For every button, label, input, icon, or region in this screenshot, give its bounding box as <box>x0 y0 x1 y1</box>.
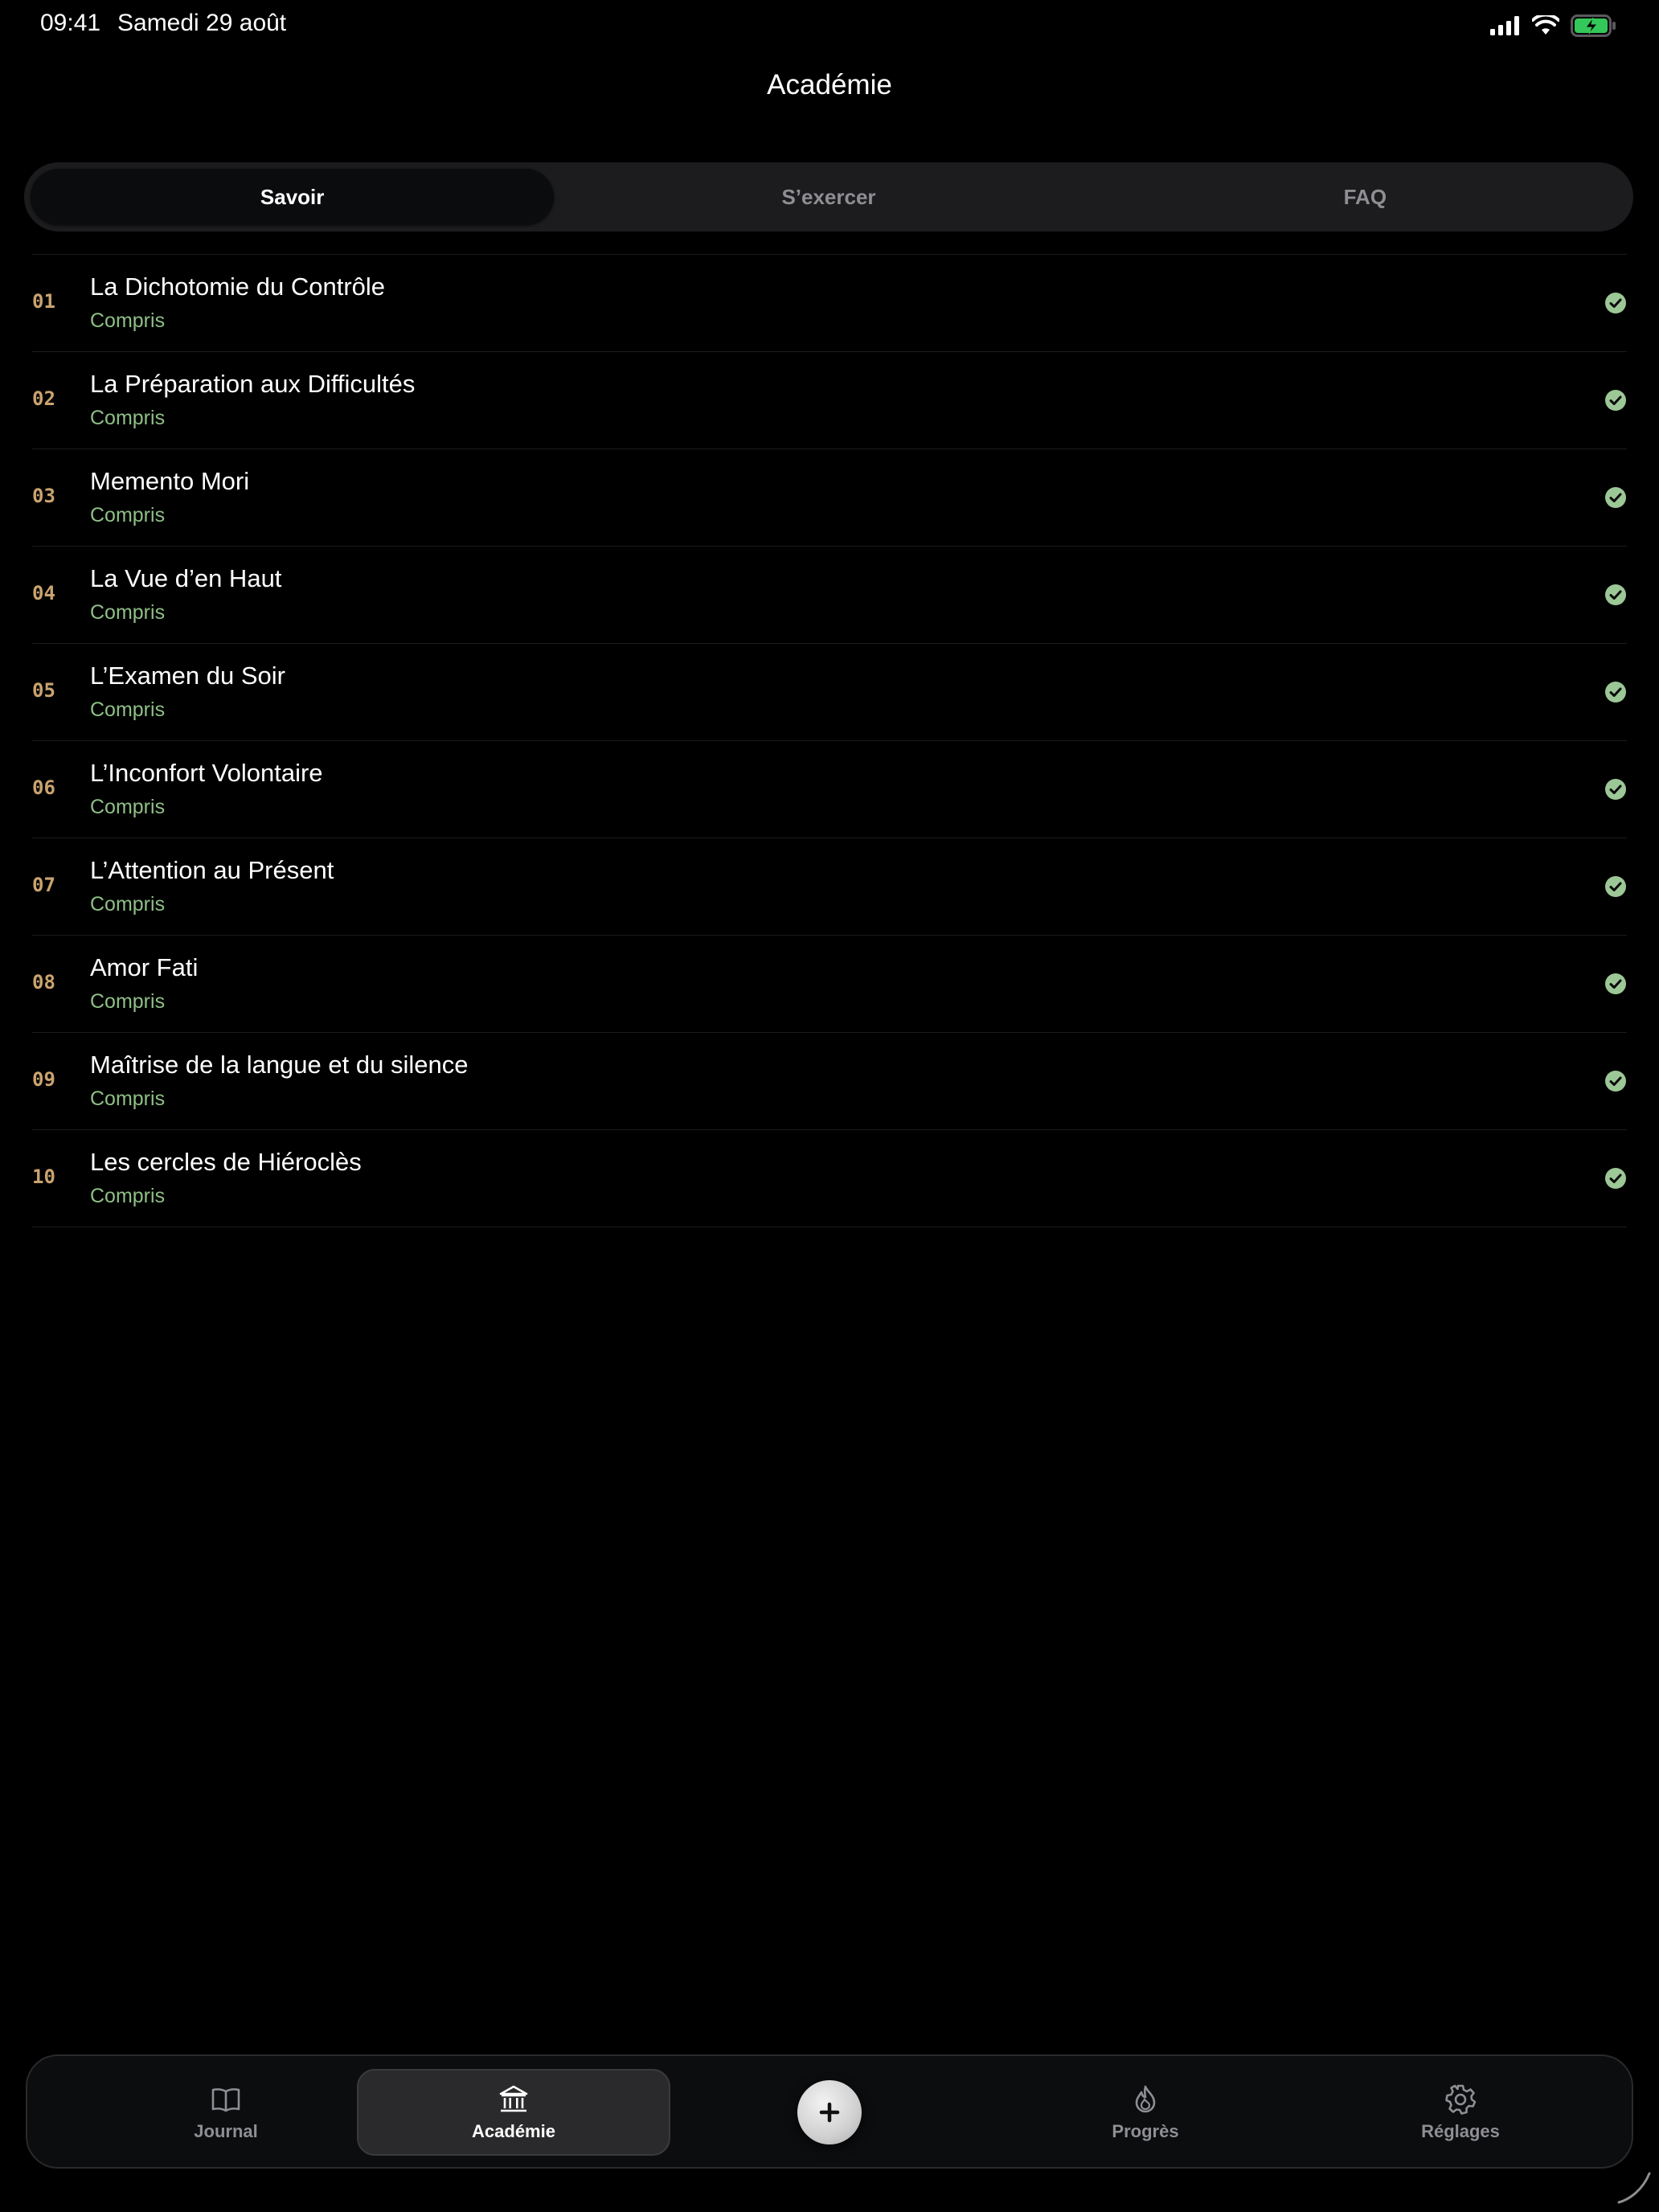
checkmark-circle-icon <box>1605 876 1626 897</box>
lesson-status: Compris <box>90 1185 166 1207</box>
lesson-number: 01 <box>32 290 55 313</box>
tab-journal[interactable]: Journal <box>69 2069 383 2156</box>
checkmark-circle-icon <box>1605 584 1626 605</box>
lesson-title: Memento Mori <box>90 467 250 495</box>
flame-icon <box>1135 2085 1156 2113</box>
lesson-row[interactable]: 09 Maîtrise de la langue et du silence C… <box>32 1033 1627 1130</box>
status-icons <box>1490 14 1617 37</box>
tab-reglages-label: Réglages <box>1421 2121 1500 2141</box>
page-title: Académie <box>767 69 892 100</box>
lesson-title: Maîtrise de la langue et du silence <box>90 1051 469 1079</box>
book-icon <box>211 2088 240 2112</box>
segmented-control: Savoir S’exercer FAQ <box>24 162 1633 231</box>
lesson-row[interactable]: 03 Memento Mori Compris <box>32 449 1627 547</box>
lesson-number: 02 <box>32 387 55 410</box>
wifi-icon <box>1532 15 1559 35</box>
lesson-title: L’Attention au Présent <box>90 856 334 884</box>
lesson-title: Amor Fati <box>90 953 199 981</box>
checkmark-circle-icon <box>1605 293 1626 313</box>
lesson-title: Les cercles de Hiéroclès <box>90 1148 362 1176</box>
status-time: 09:41 <box>40 10 101 36</box>
checkmark-circle-icon <box>1605 1168 1626 1189</box>
checkmark-circle-icon <box>1605 1071 1626 1092</box>
tab-bar: Journal Académie Progrès Réglages <box>26 2054 1633 2169</box>
lesson-status: Compris <box>90 698 166 721</box>
tab-sexercer[interactable]: S’exercer <box>567 169 1090 225</box>
tab-progres-label: Progrès <box>1112 2121 1179 2141</box>
lesson-number: 05 <box>32 679 55 702</box>
lesson-row[interactable]: 04 La Vue d’en Haut Compris <box>32 547 1627 644</box>
lesson-title: L’Inconfort Volontaire <box>90 759 323 787</box>
checkmark-circle-icon <box>1605 779 1626 800</box>
add-button[interactable] <box>797 2080 862 2144</box>
lesson-row[interactable]: 02 La Préparation aux Difficultés Compri… <box>32 352 1627 449</box>
tab-faq[interactable]: FAQ <box>1104 169 1627 225</box>
gear-icon <box>1445 2084 1477 2115</box>
tab-progres[interactable]: Progrès <box>989 2069 1302 2156</box>
tab-journal-label: Journal <box>194 2121 258 2141</box>
lesson-status: Compris <box>90 1088 166 1110</box>
lesson-status: Compris <box>90 407 166 429</box>
lesson-number: 08 <box>32 971 55 993</box>
lesson-title: La Vue d’en Haut <box>90 564 282 592</box>
lesson-row[interactable]: 07 L’Attention au Présent Compris <box>32 838 1627 936</box>
status-date: Samedi 29 août <box>117 10 287 36</box>
lesson-title: La Dichotomie du Contrôle <box>90 272 386 301</box>
plus-icon <box>819 2102 840 2123</box>
checkmark-circle-icon <box>1605 487 1626 508</box>
lesson-status: Compris <box>90 990 166 1013</box>
lesson-title: L’Examen du Soir <box>90 662 285 690</box>
lesson-number: 06 <box>32 776 55 799</box>
lesson-status: Compris <box>90 309 166 332</box>
tab-reglages[interactable]: Réglages <box>1304 2069 1617 2156</box>
lesson-status: Compris <box>90 504 166 526</box>
lesson-number: 07 <box>32 874 55 896</box>
lesson-status: Compris <box>90 601 166 624</box>
lesson-status: Compris <box>90 796 166 818</box>
status-bar: 09:41 Samedi 29 août <box>0 0 1659 51</box>
lesson-list: 01 La Dichotomie du Contrôle Compris 02 … <box>32 254 1627 1227</box>
lesson-title: La Préparation aux Difficultés <box>90 370 416 398</box>
lesson-row[interactable]: 05 L’Examen du Soir Compris <box>32 644 1627 741</box>
institution-icon <box>499 2085 528 2112</box>
cellular-signal-icon <box>1490 16 1519 35</box>
resize-handle-icon <box>1617 2172 1651 2204</box>
lesson-status: Compris <box>90 893 166 916</box>
lesson-number: 03 <box>32 485 55 507</box>
checkmark-circle-icon <box>1605 973 1626 994</box>
lesson-number: 10 <box>32 1165 55 1188</box>
tab-academie[interactable]: Académie <box>357 2069 670 2156</box>
lesson-row[interactable]: 10 Les cercles de Hiéroclès Compris <box>32 1130 1627 1227</box>
lesson-number: 04 <box>32 582 55 604</box>
tab-savoir[interactable]: Savoir <box>31 169 555 225</box>
lesson-row[interactable]: 06 L’Inconfort Volontaire Compris <box>32 741 1627 838</box>
lesson-row[interactable]: 01 La Dichotomie du Contrôle Compris <box>32 255 1627 352</box>
checkmark-circle-icon <box>1605 682 1626 703</box>
lesson-number: 09 <box>32 1068 55 1091</box>
tab-academie-label: Académie <box>472 2121 555 2141</box>
checkmark-circle-icon <box>1605 390 1626 411</box>
battery-charging-icon <box>1571 14 1616 37</box>
lesson-row[interactable]: 08 Amor Fati Compris <box>32 936 1627 1033</box>
